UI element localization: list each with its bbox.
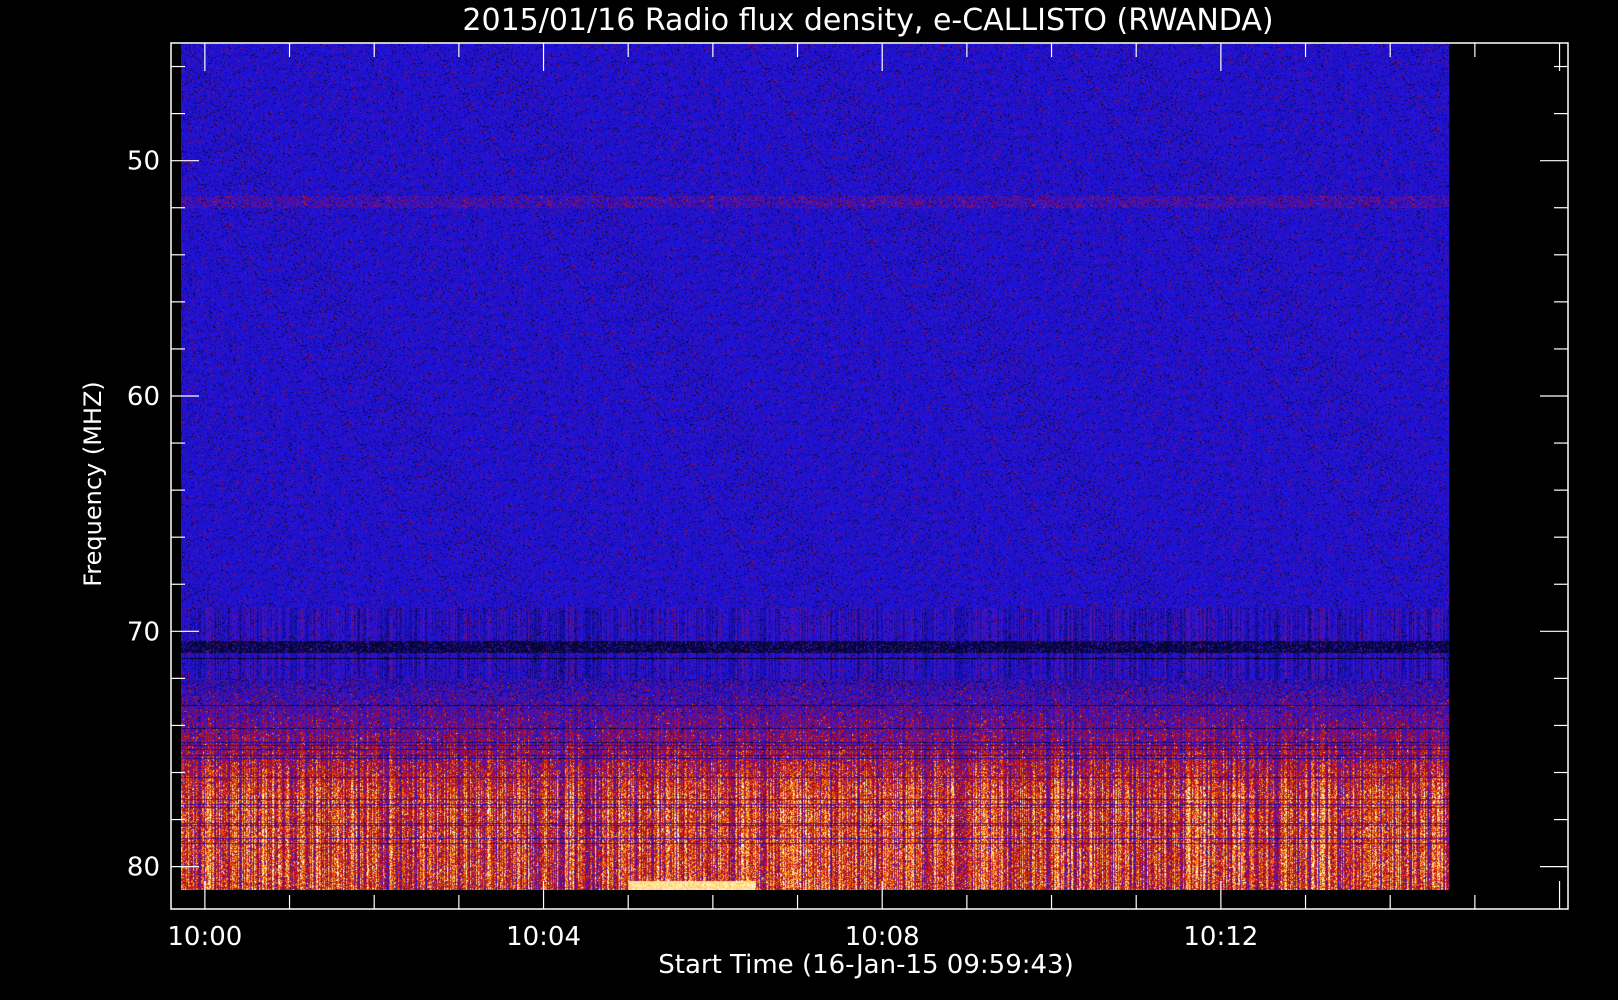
heatmap-image (181, 43, 1450, 890)
x-tick-label: 10:12 (1183, 922, 1258, 952)
x-axis-label: Start Time (16-Jan-15 09:59:43) (658, 950, 1073, 980)
y-tick-label: 60 (127, 382, 160, 412)
y-tick-label: 80 (127, 853, 160, 883)
x-tick-label: 10:04 (506, 922, 581, 952)
y-tick-label: 70 (127, 617, 160, 647)
x-tick-label: 10:08 (845, 922, 920, 952)
heatmap-area (181, 43, 1450, 890)
y-axis-label: Frequency (MHZ) (79, 381, 107, 587)
spectrogram-chart: 2015/01/16 Radio flux density, e-CALLIST… (0, 0, 1618, 1000)
chart-title: 2015/01/16 Radio flux density, e-CALLIST… (462, 3, 1273, 38)
y-tick-label: 50 (127, 147, 160, 177)
x-tick-label: 10:00 (167, 922, 242, 952)
